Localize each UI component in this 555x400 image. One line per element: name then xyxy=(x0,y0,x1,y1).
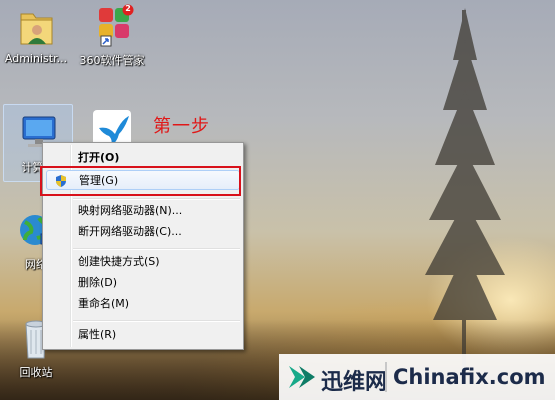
watermark-en: Chinafix.com xyxy=(393,365,546,389)
menu-item-label: 删除(D) xyxy=(78,276,118,289)
menu-item-label: 重命名(M) xyxy=(78,297,130,310)
desktop-icon-label: Administr... xyxy=(4,52,68,65)
watermark: 迅维网 Chinafix.com xyxy=(279,354,555,400)
chinafix-logo-icon xyxy=(289,366,315,388)
menu-item-label: 映射网络驱动器(N)... xyxy=(78,204,183,217)
notification-badge: 2 xyxy=(125,4,131,13)
desktop-icon-administrator[interactable]: Administr... xyxy=(0,4,72,65)
desktop-icon-label: 360软件管家 xyxy=(79,54,145,67)
step-annotation: 第一步 xyxy=(153,116,210,137)
menu-item-map-network-drive[interactable]: 映射网络驱动器(N)... xyxy=(46,201,240,221)
highlight-box xyxy=(40,166,241,196)
menu-separator xyxy=(73,320,240,322)
watermark-cn: 迅维网 xyxy=(321,370,388,395)
menu-item-delete[interactable]: 删除(D) xyxy=(46,273,240,293)
menu-item-rename[interactable]: 重命名(M) xyxy=(46,294,240,314)
desktop-icon-label: 回收站 xyxy=(19,366,53,379)
menu-item-label: 打开(O) xyxy=(78,151,120,164)
menu-separator xyxy=(73,198,240,200)
menu-item-properties[interactable]: 属性(R) xyxy=(46,325,240,345)
watermark-divider xyxy=(385,362,387,392)
menu-item-disconnect-network-drive[interactable]: 断开网络驱动器(C)... xyxy=(46,222,240,242)
user-folder-icon xyxy=(13,4,59,50)
menu-separator xyxy=(73,248,240,250)
menu-item-label: 断开网络驱动器(C)... xyxy=(78,225,182,238)
menu-item-open[interactable]: 打开(O) xyxy=(46,148,240,168)
menu-item-create-shortcut[interactable]: 创建快捷方式(S) xyxy=(46,252,240,272)
menu-item-label: 创建快捷方式(S) xyxy=(78,255,160,268)
wallpaper-tree xyxy=(425,8,505,370)
360-manager-icon: 2 xyxy=(89,4,135,50)
desktop-icon-360-manager[interactable]: 2 360软件管家 xyxy=(76,4,148,68)
menu-item-label: 属性(R) xyxy=(78,328,117,341)
